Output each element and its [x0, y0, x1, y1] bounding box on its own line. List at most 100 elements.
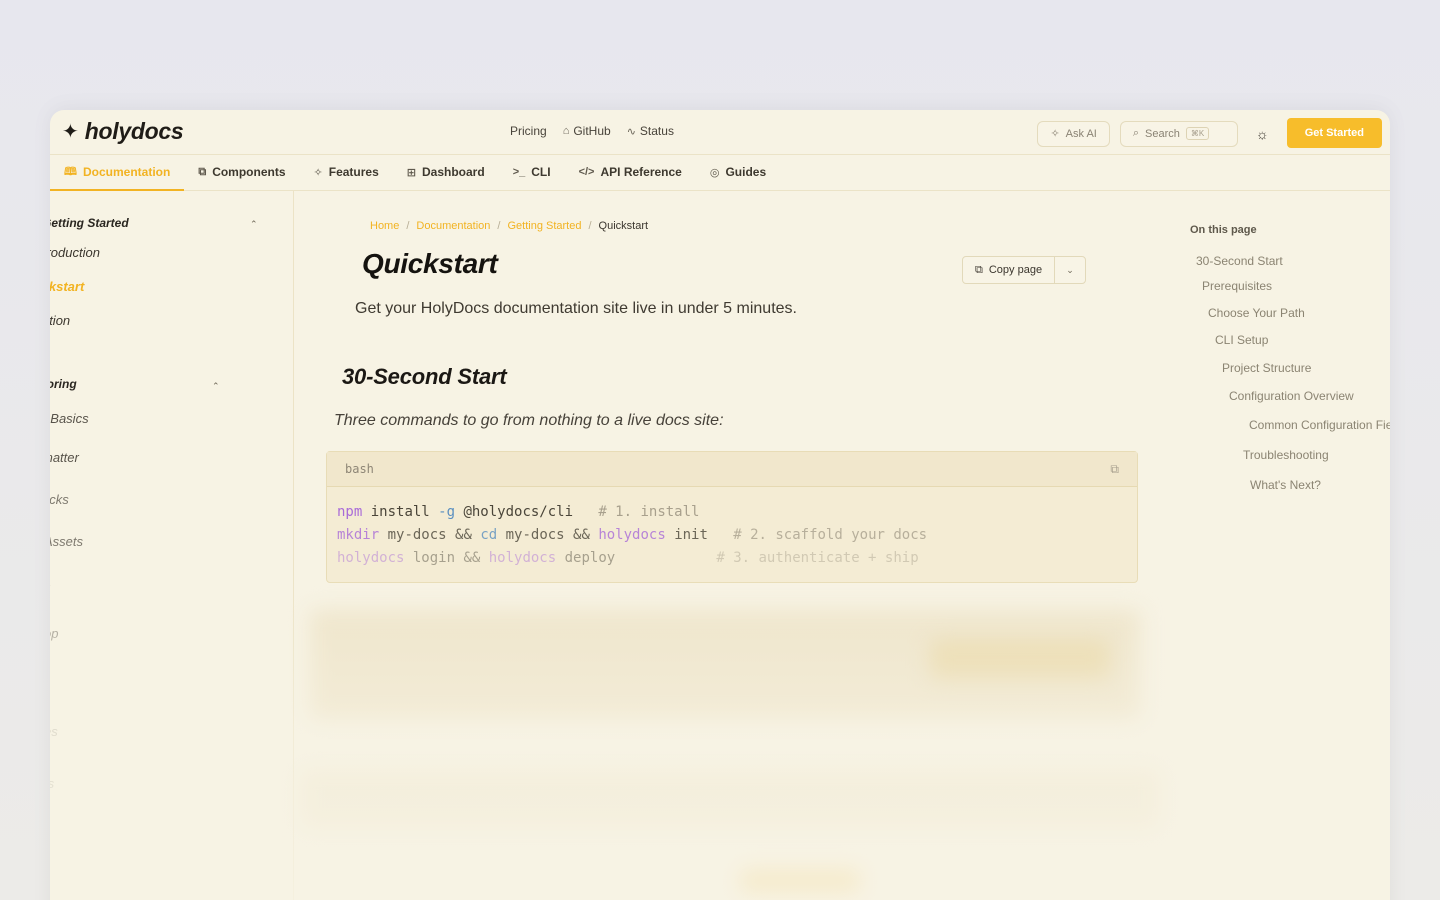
sidebar-item-mdx-basics[interactable]: X Basics [50, 411, 89, 426]
blurred-highlight [930, 640, 1110, 680]
code-token: my-docs && [497, 527, 599, 543]
code-language: bash [345, 462, 374, 476]
toc-item[interactable]: Configuration Overview [1229, 389, 1354, 403]
toc-item[interactable]: 30-Second Start [1196, 254, 1283, 268]
tab-label: Features [328, 165, 379, 179]
sparkles-icon: ✧ [313, 166, 323, 179]
sidebar-item-assets[interactable]: Assets [50, 534, 83, 549]
activity-icon: ∿ [626, 125, 636, 138]
code-header: bash ⧉ [327, 452, 1137, 487]
get-started-button[interactable]: Get Started [1286, 118, 1382, 148]
code-comment: # 3. authenticate + ship [615, 550, 919, 566]
sidebar-item-es[interactable]: es [50, 724, 58, 739]
code-token: @holydocs/cli [455, 504, 574, 520]
code-token: npm [337, 504, 363, 520]
code-token: holydocs [488, 550, 557, 566]
tab-label: Components [212, 165, 286, 179]
compass-icon: ◎ [709, 166, 720, 179]
code-token: init [665, 527, 708, 543]
breadcrumb-separator: / [406, 220, 410, 232]
stage: ✦ holydocs Pricing ⌂ GitHub ∿ Status ✧ A… [0, 0, 1440, 900]
sidebar-item-introduction[interactable]: Introduction [50, 245, 100, 260]
code-line-3: holydocs login && holydocs deploy # 3. a… [337, 547, 1127, 570]
copy-code-icon[interactable]: ⧉ [1110, 462, 1119, 477]
search-button[interactable]: ⌕ Search ⌘K [1119, 120, 1238, 147]
toc-item[interactable]: Prerequisites [1202, 279, 1272, 293]
code-line-2: mkdir my-docs && cd my-docs && holydocs … [337, 524, 1127, 547]
sidebar-item-op[interactable]: op [50, 626, 58, 641]
toc-item[interactable]: Project Structure [1222, 361, 1311, 375]
top-actions: ✧ Ask AI ⌕ Search ⌘K ☼ Get Started [1037, 118, 1382, 148]
search-icon: ⌕ [1132, 127, 1140, 139]
sparkle-small-icon: ✧ [1050, 128, 1060, 140]
code-line-1: npm install -g @holydocs/cli # 1. instal… [337, 501, 1127, 524]
chevron-up-icon[interactable]: ⌃ [250, 219, 258, 230]
breadcrumb-separator: / [588, 220, 592, 232]
grid-icon: ⊞ [406, 166, 416, 179]
toc-item[interactable]: CLI Setup [1215, 333, 1268, 347]
tab-label: CLI [531, 165, 551, 179]
chevron-down-icon: ⌄ [1066, 264, 1074, 275]
search-shortcut: ⌘K [1185, 127, 1210, 140]
nav-github[interactable]: ⌂ GitHub [563, 124, 611, 138]
copy-page-button[interactable]: ⧉ Copy page [963, 257, 1056, 283]
sidebar-section-getting-started[interactable]: Getting Started [50, 216, 129, 230]
ask-ai-button[interactable]: ✧ Ask AI [1037, 120, 1110, 147]
nav-pricing[interactable]: Pricing [510, 124, 547, 138]
toc-item[interactable]: Common Configuration Fields [1249, 418, 1390, 432]
toc-item[interactable]: Choose Your Path [1208, 306, 1305, 320]
breadcrumb-current: Quickstart [598, 220, 649, 232]
copy-icon: ⧉ [975, 263, 983, 276]
code-body: npm install -g @holydocs/cli # 1. instal… [327, 487, 1137, 584]
code-token: my-docs && [379, 527, 481, 543]
tab-components[interactable]: ⧉ Components [184, 154, 299, 190]
breadcrumb-getting-started[interactable]: Getting Started [507, 220, 581, 232]
tab-cli[interactable]: >_ CLI [499, 154, 565, 190]
sidebar-item-code-blocks[interactable]: ocks [50, 492, 69, 507]
breadcrumb-home[interactable]: Home [370, 220, 399, 232]
code-token: holydocs [598, 527, 666, 543]
sidebar-item-quickstart[interactable]: Quickstart [50, 279, 84, 294]
components-icon: ⧉ [198, 165, 207, 178]
code-block: bash ⧉ npm install -g @holydocs/cli # 1.… [326, 451, 1138, 583]
tab-label: Dashboard [422, 165, 485, 179]
sparkle-icon: ✦ [62, 120, 79, 143]
blurred-content-block [300, 770, 1160, 830]
theme-toggle-sun-icon[interactable]: ☼ [1248, 126, 1277, 142]
section-nav: 🕮 Documentation ⧉ Components ✧ Features ⊞ Dashb… [50, 154, 1390, 191]
toc-item[interactable]: What's Next? [1250, 478, 1321, 492]
tab-documentation[interactable]: 🕮 Documentation [50, 154, 185, 191]
breadcrumb-documentation[interactable]: Documentation [416, 220, 490, 232]
nav-status-label: Status [639, 124, 674, 138]
copy-page-dropdown[interactable]: ⌄ [1055, 265, 1085, 276]
nav-pricing-label: Pricing [510, 124, 547, 138]
nav-status[interactable]: ∿ Status [627, 124, 674, 138]
tab-api-reference[interactable]: </> API Reference [565, 154, 696, 190]
browser-window: ✦ holydocs Pricing ⌂ GitHub ∿ Status ✧ A… [50, 110, 1390, 900]
code-token: holydocs [337, 550, 405, 566]
chevron-up-icon[interactable]: ⌃ [212, 381, 220, 392]
tab-dashboard[interactable]: ⊞ Dashboard [393, 154, 499, 190]
sidebar-section-authoring[interactable]: uthoring [50, 377, 77, 391]
code-token: deploy [556, 550, 616, 566]
github-icon: ⌂ [562, 125, 570, 137]
code-token: -g [438, 504, 456, 520]
tab-label: API Reference [600, 165, 682, 179]
page-subtitle: Get your HolyDocs documentation site liv… [355, 300, 797, 317]
brand-logo[interactable]: ✦ holydocs [62, 118, 184, 145]
toc-item[interactable]: Troubleshooting [1243, 448, 1329, 462]
tab-guides[interactable]: ◎ Guides [696, 154, 780, 190]
sidebar-item-frontmatter[interactable]: matter [50, 450, 79, 465]
sidebar-item-ts[interactable]: ts [50, 776, 54, 791]
tab-features[interactable]: ✧ Features [300, 154, 393, 190]
code-comment: # 1. install [573, 504, 700, 520]
nav-github-label: GitHub [573, 124, 611, 138]
terminal-icon: >_ [512, 166, 526, 178]
code-token: login && [404, 550, 489, 566]
tab-label: Documentation [82, 165, 171, 179]
sidebar-item-installation[interactable]: Installation [50, 313, 70, 328]
top-bar: ✦ holydocs Pricing ⌂ GitHub ∿ Status ✧ A… [50, 110, 1390, 155]
sidebar-item-s[interactable]: s [50, 579, 51, 594]
search-label: Search [1145, 127, 1180, 140]
toc-title: On this page [1190, 224, 1257, 236]
